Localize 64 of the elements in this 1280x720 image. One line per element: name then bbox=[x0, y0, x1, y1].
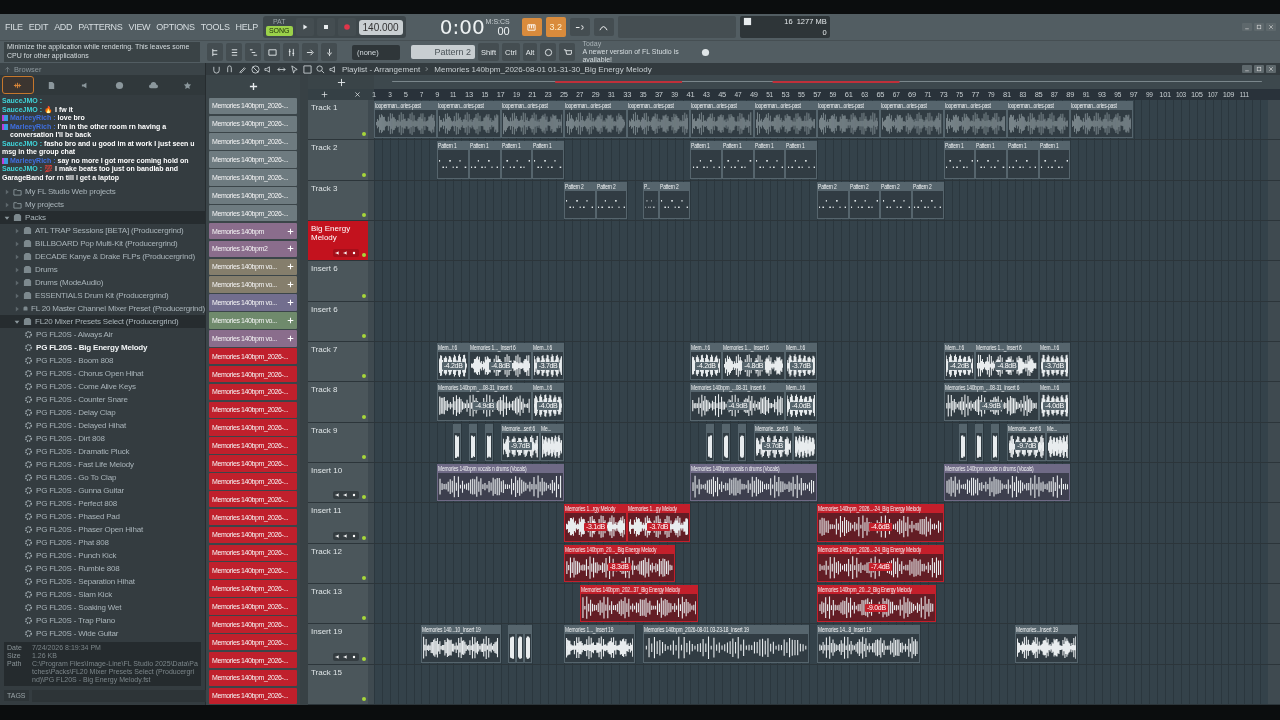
browser-item[interactable]: PG FL20S - Punch Kick bbox=[0, 549, 205, 562]
browser-item[interactable]: ATL TRAP Sessions [BETA] (Producergrind) bbox=[0, 224, 205, 237]
track-header[interactable]: Track 9 bbox=[308, 422, 368, 462]
menu-item[interactable]: VIEW bbox=[127, 22, 152, 32]
menu-item[interactable]: PATTERNS bbox=[77, 22, 124, 32]
tempo-display[interactable]: 140.000 bbox=[358, 19, 403, 35]
browser-item[interactable]: Packs bbox=[0, 211, 205, 224]
browser-item[interactable]: PG FL20S - Trap Piano bbox=[0, 614, 205, 627]
track-header[interactable]: Insert 19 bbox=[308, 624, 368, 664]
pattern-selector[interactable]: Pattern 2 bbox=[411, 45, 475, 59]
track-header[interactable]: Insert 11 bbox=[308, 503, 368, 543]
browser-item[interactable]: My projects bbox=[0, 198, 205, 211]
browser-item[interactable]: PG FL20S - Soaking Wet bbox=[0, 601, 205, 614]
browser-item[interactable]: PG FL20S - Chorus Open Hihat bbox=[0, 367, 205, 380]
browser-item[interactable]: PG FL20S - Wide Guitar bbox=[0, 627, 205, 640]
browser-item[interactable]: PG FL20S - Counter Snare bbox=[0, 393, 205, 406]
browser-item[interactable]: Drums (ModeAudio) bbox=[0, 276, 205, 289]
browser-item[interactable]: DECADE Kanye & Drake FLPs (Producergrind) bbox=[0, 250, 205, 263]
browser-item[interactable]: FL 20 Master Channel Mixer Preset (Producergrind) bbox=[0, 302, 205, 315]
playlist-title: Playlist - Arrangement bbox=[342, 64, 421, 74]
track-header[interactable]: Track 15 bbox=[308, 664, 368, 704]
browser-item[interactable]: My FL Studio Web projects bbox=[0, 185, 205, 198]
browser-item[interactable]: PG FL20S - Slam Kick bbox=[0, 588, 205, 601]
menu-item[interactable]: TOOLS bbox=[199, 22, 231, 32]
menu-item[interactable]: FILE bbox=[4, 22, 24, 32]
browser-item[interactable]: PG FL20S - Separation Hihat bbox=[0, 575, 205, 588]
browser-item[interactable]: PG FL20S - Rumble 808 bbox=[0, 562, 205, 575]
browser-item[interactable]: PG FL20S - Fast Life Melody bbox=[0, 458, 205, 471]
browser-item[interactable]: PG FL20S - Phased Pad bbox=[0, 510, 205, 523]
browser-item[interactable]: PG FL20S - Dramatic Pluck bbox=[0, 445, 205, 458]
arrangement-name[interactable]: Memories 140bpm_2026-08-01 01-31-30_Big Energy Melody bbox=[434, 64, 652, 74]
track-header[interactable]: Track 3 bbox=[308, 180, 368, 220]
menu-item[interactable]: EDIT bbox=[27, 22, 50, 32]
browser-item[interactable]: Drums bbox=[0, 263, 205, 276]
track-header[interactable]: Track 8 bbox=[308, 382, 368, 422]
menu-item[interactable]: HELP bbox=[234, 22, 259, 32]
browser-item[interactable]: PG FL20S - Always Air bbox=[0, 328, 205, 341]
track-header[interactable]: Track 7 bbox=[308, 341, 368, 382]
browser-item[interactable]: PG FL20S - Boom 808 bbox=[0, 354, 205, 367]
track-header[interactable]: Insert 10 bbox=[308, 462, 368, 503]
track-header[interactable]: Track 13 bbox=[308, 583, 368, 624]
menu-item[interactable]: OPTIONS bbox=[155, 22, 196, 32]
browser-item[interactable]: PG FL20S - Go To Clap bbox=[0, 471, 205, 484]
browser-item[interactable]: PG FL20S - Delayed Hihat bbox=[0, 419, 205, 432]
browser-item[interactable]: BILLBOARD Pop Multi-Kit (Producergrind) bbox=[0, 237, 205, 250]
browser-item[interactable]: PG FL20S - Gunna Guitar bbox=[0, 484, 205, 497]
browser-item[interactable]: FL20 Mixer Presets Select (Producergrind) bbox=[0, 315, 205, 328]
browser-item[interactable]: PG FL20S - Phat 808 bbox=[0, 536, 205, 549]
track-header[interactable]: Insert 6 bbox=[308, 301, 368, 341]
browser-item[interactable]: PG FL20S - Come Alive Keys bbox=[0, 380, 205, 393]
time-centiseconds: 00 bbox=[497, 25, 510, 37]
track-header[interactable]: Track 1 bbox=[308, 100, 368, 140]
track-header[interactable]: Insert 6 bbox=[308, 261, 368, 301]
browser-item[interactable]: PG FL20S - Big Energy Melody bbox=[0, 341, 205, 354]
track-header[interactable]: Big Energy Melody bbox=[308, 221, 368, 261]
track-header[interactable]: Track 12 bbox=[308, 543, 368, 583]
menu-item[interactable]: ADD bbox=[53, 22, 74, 32]
browser-item[interactable]: PG FL20S - Phaser Open Hihat bbox=[0, 523, 205, 536]
track-header[interactable]: Track 2 bbox=[308, 140, 368, 180]
browser-item[interactable]: ESSENTIALS Drum Kit (Producergrind) bbox=[0, 289, 205, 302]
browser-item[interactable]: PG FL20S - Dirt 808 bbox=[0, 432, 205, 445]
time-display: 0:00 bbox=[439, 17, 485, 37]
browser-item[interactable]: PG FL20S - Perfect 808 bbox=[0, 497, 205, 510]
browser-item[interactable]: PG FL20S - Delay Clap bbox=[0, 406, 205, 419]
